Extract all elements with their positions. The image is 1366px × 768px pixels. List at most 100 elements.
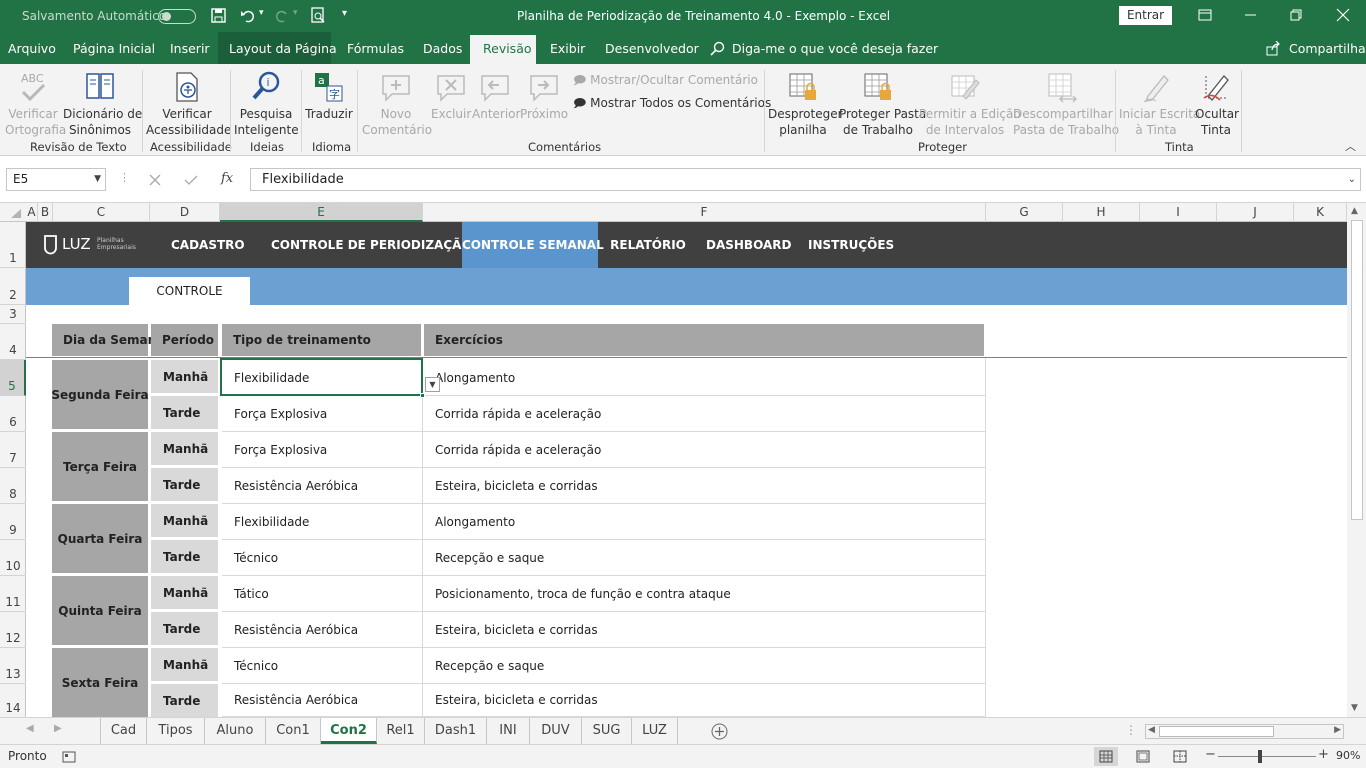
tell-me-input[interactable]: Diga-me o que você deseja fazer [732,41,938,56]
exercicios-cell[interactable]: Recepção e saque [423,648,985,684]
tab-inserir[interactable]: Inserir [170,41,210,56]
unprotect-sheet-button[interactable]: Desproteger planilha [768,68,843,138]
row-header-1[interactable]: 1 [0,222,26,268]
periodo-cell[interactable]: Tarde [151,684,218,717]
validation-dropdown-icon[interactable]: ▼ [425,377,440,392]
next-comment-button[interactable]: Próximo [520,68,568,122]
periodo-cell[interactable]: Tarde [151,396,218,429]
sheet-tab-con2[interactable]: Con2 [321,718,377,744]
tab-arquivo[interactable]: Arquivo [8,41,56,56]
sheet-tab-sug[interactable]: SUG [582,718,632,744]
formula-input[interactable]: Flexibilidade ⌄ [250,168,1361,191]
row-header-8[interactable]: 8 [0,468,26,504]
row-header-4[interactable]: 4 [0,324,26,360]
select-all-icon[interactable] [10,208,22,219]
exercicios-cell[interactable]: Alongamento [423,504,985,540]
previous-comment-button[interactable]: Anterior [472,68,520,122]
name-box[interactable]: E5 ▼ [6,168,106,191]
sheet-tab-tipos[interactable]: Tipos [147,718,205,744]
accessibility-button[interactable]: Verificar Acessibilidade [146,68,231,138]
restore-icon[interactable] [1290,9,1304,21]
exercicios-cell[interactable]: Esteira, bicicleta e corridas [423,468,985,504]
page-layout-view-icon[interactable] [1136,750,1150,763]
sheet-tab-duv[interactable]: DUV [530,718,582,744]
row-header-14[interactable]: 14 [0,684,26,717]
tipo-cell[interactable]: Força Explosiva [222,396,422,432]
zoom-out-icon[interactable]: − [1205,747,1216,762]
normal-view-icon[interactable] [1099,750,1113,763]
enter-check-icon[interactable] [184,174,198,186]
start-inking-button[interactable]: Iniciar Escrita à Tinta [1119,68,1200,138]
tab-scroll-right-icon[interactable]: ▶ [54,723,62,734]
tab-layout-da-pagina[interactable]: Layout da Página [229,41,337,56]
tab-scroll-left-icon[interactable]: ◀ [26,723,34,734]
smart-lookup-button[interactable]: i Pesquisa Inteligente [234,68,299,138]
col-header-f[interactable]: F [423,203,986,222]
show-hide-comment-button[interactable]: 🗩 Mostrar/Ocultar Comentário [573,71,758,92]
row-header-12[interactable]: 12 [0,612,26,648]
nav-controle-periodizacao[interactable]: CONTROLE DE PERIODIZAÇÃO [271,222,472,268]
sub-tab-controle[interactable]: CONTROLE [129,277,250,305]
periodo-cell[interactable]: Manhã [151,432,218,465]
tipo-cell[interactable]: Resistência Aeróbica [222,468,422,504]
zoom-in-icon[interactable]: + [1318,747,1329,762]
tab-revisao[interactable]: Revisão [483,41,532,56]
tipo-cell[interactable]: Flexibilidade [222,504,422,540]
nav-relatorio[interactable]: RELATÓRIO [610,222,686,268]
macro-record-icon[interactable] [62,751,76,763]
print-preview-icon[interactable] [310,7,326,24]
show-all-comments-button[interactable]: 🗩 Mostrar Todos os Comentários [573,94,771,115]
translate-button[interactable]: a字 Traduzir [304,68,354,122]
thesaurus-button[interactable]: Dicionário de Sinônimos [63,68,142,138]
page-break-view-icon[interactable] [1173,750,1187,763]
col-header-a[interactable]: A [26,203,38,222]
col-header-d[interactable]: D [150,203,220,222]
periodo-cell[interactable]: Manhã [151,360,218,393]
tipo-cell[interactable]: Força Explosiva [222,432,422,468]
save-icon[interactable] [211,8,226,23]
row-header-11[interactable]: 11 [0,576,26,612]
row-header-9[interactable]: 9 [0,504,26,540]
sheet-tab-con1[interactable]: Con1 [266,718,321,744]
exercicios-cell[interactable]: Esteira, bicicleta e corridas [423,612,985,648]
active-cell-selection[interactable] [220,358,423,396]
share-icon[interactable] [1266,41,1281,56]
tab-exibir[interactable]: Exibir [550,41,585,56]
sheet-tab-ini[interactable]: INI [487,718,530,744]
tab-desenvolvedor[interactable]: Desenvolvedor [605,41,699,56]
nav-controle-semanal[interactable]: CONTROLE SEMANAL [462,222,604,268]
col-header-e[interactable]: E [220,203,423,222]
periodo-cell[interactable]: Manhã [151,504,218,537]
spelling-button[interactable]: ABC Verificar Ortografia [5,68,66,138]
periodo-cell[interactable]: Tarde [151,540,218,573]
tab-split-grip-icon[interactable]: ⋮ [1125,723,1137,737]
collapse-ribbon-icon[interactable]: ︿ [1345,138,1356,154]
day-cell[interactable]: Quarta Feira [52,504,148,573]
horizontal-scrollbar[interactable]: ◀ ▶ [1145,724,1344,739]
col-header-h[interactable]: H [1063,203,1140,222]
name-box-dropdown-icon[interactable]: ▼ [94,169,101,190]
hscroll-right-icon[interactable]: ▶ [1334,725,1341,735]
col-header-b[interactable]: B [38,203,53,222]
row-header-13[interactable]: 13 [0,648,26,684]
col-header-j[interactable]: J [1217,203,1294,222]
worksheet-grid[interactable]: LUZ Planilhas Empresariais CADASTRO CONTR… [26,222,1347,717]
add-sheet-icon[interactable] [711,723,728,740]
nav-cadastro[interactable]: CADASTRO [171,222,245,268]
sheet-tab-dash1[interactable]: Dash1 [425,718,487,744]
col-header-k[interactable]: K [1294,203,1347,222]
row-header-7[interactable]: 7 [0,432,26,468]
share-button[interactable]: Compartilhar [1289,41,1366,56]
scroll-down-icon[interactable]: ▼ [1351,703,1358,713]
vertical-scroll-thumb[interactable] [1351,220,1363,520]
hide-ink-button[interactable]: Ocultar Tinta [1195,68,1239,138]
sheet-tab-luz[interactable]: LUZ [632,718,678,744]
row-header-3[interactable]: 3 [0,305,26,324]
allow-edit-ranges-button[interactable]: Permitir a Edição de Intervalos [919,68,1021,138]
redo-icon[interactable] [274,8,290,23]
fill-handle[interactable] [420,393,425,398]
nav-instrucoes[interactable]: INSTRUÇÕES [808,222,894,268]
tipo-cell[interactable]: Tático [222,576,422,612]
sheet-tab-aluno[interactable]: Aluno [205,718,266,744]
periodo-cell[interactable]: Tarde [151,612,218,645]
